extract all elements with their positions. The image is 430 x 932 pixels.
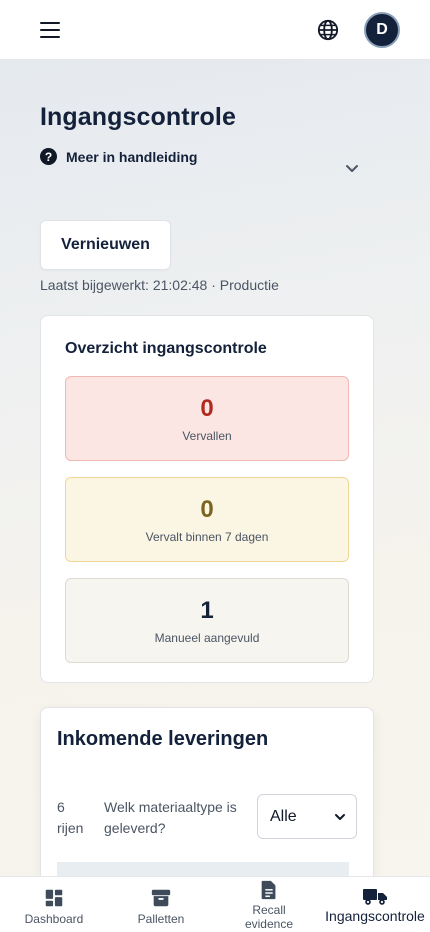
- nav-label: Ingangscontrole: [325, 908, 425, 924]
- hamburger-menu-icon[interactable]: [40, 22, 60, 38]
- stat-manually-added[interactable]: 1 Manueel aangevuld: [65, 578, 349, 663]
- overview-card: Overzicht ingangscontrole 0 Vervallen 0 …: [40, 315, 374, 683]
- globe-icon[interactable]: [317, 19, 339, 41]
- archive-box-icon: [151, 889, 171, 907]
- user-avatar[interactable]: D: [364, 12, 400, 48]
- nav-label: Recall evidence: [244, 903, 294, 931]
- overview-title: Overzicht ingangscontrole: [65, 340, 267, 357]
- material-type-select[interactable]: Alle: [257, 794, 357, 839]
- question-circle-icon: ?: [40, 148, 57, 165]
- document-icon: [261, 880, 276, 900]
- stat-expiring-soon[interactable]: 0 Vervalt binnen 7 dagen: [65, 477, 349, 562]
- nav-item-dashboard[interactable]: Dashboard: [22, 877, 86, 932]
- nav-label: Dashboard: [24, 912, 84, 926]
- nav-item-recall-evidence[interactable]: Recall evidence: [238, 877, 300, 932]
- stat-label: Vervallen: [182, 428, 232, 443]
- top-app-bar: D: [0, 0, 430, 60]
- truck-icon: [363, 889, 387, 905]
- stat-label: Manueel aangevuld: [154, 630, 260, 645]
- dashboard-grid-icon: [45, 889, 63, 907]
- material-filter-label: Welk materiaaltype is geleverd?: [104, 799, 237, 836]
- stat-value: 0: [200, 394, 214, 422]
- help-link[interactable]: ? Meer in handleiding: [40, 148, 197, 165]
- deliveries-title: Inkomende leveringen: [57, 728, 269, 750]
- nav-item-ingangscontrole[interactable]: Ingangscontrole: [320, 877, 430, 932]
- bottom-navigation: Dashboard Palletten Recall evidence Inga…: [0, 876, 430, 932]
- stat-value: 0: [200, 495, 214, 523]
- stat-expired[interactable]: 0 Vervallen: [65, 376, 349, 461]
- help-label: Meer in handleiding: [66, 148, 198, 165]
- last-updated-text: Laatst bijgewerkt: 21:02:48 · Productie: [40, 277, 279, 293]
- row-count: 6 rijen: [57, 799, 84, 836]
- refresh-button[interactable]: Vernieuwen: [40, 220, 171, 270]
- chevron-down-icon: [335, 813, 345, 820]
- stat-label: Vervalt binnen 7 dagen: [145, 529, 269, 544]
- page-title: Ingangscontrole: [40, 103, 236, 131]
- nav-item-palletten[interactable]: Palletten: [132, 877, 190, 932]
- nav-label: Palletten: [137, 912, 185, 926]
- chevron-down-icon[interactable]: [344, 163, 360, 175]
- stat-value: 1: [200, 596, 214, 624]
- select-value: Alle: [270, 807, 297, 825]
